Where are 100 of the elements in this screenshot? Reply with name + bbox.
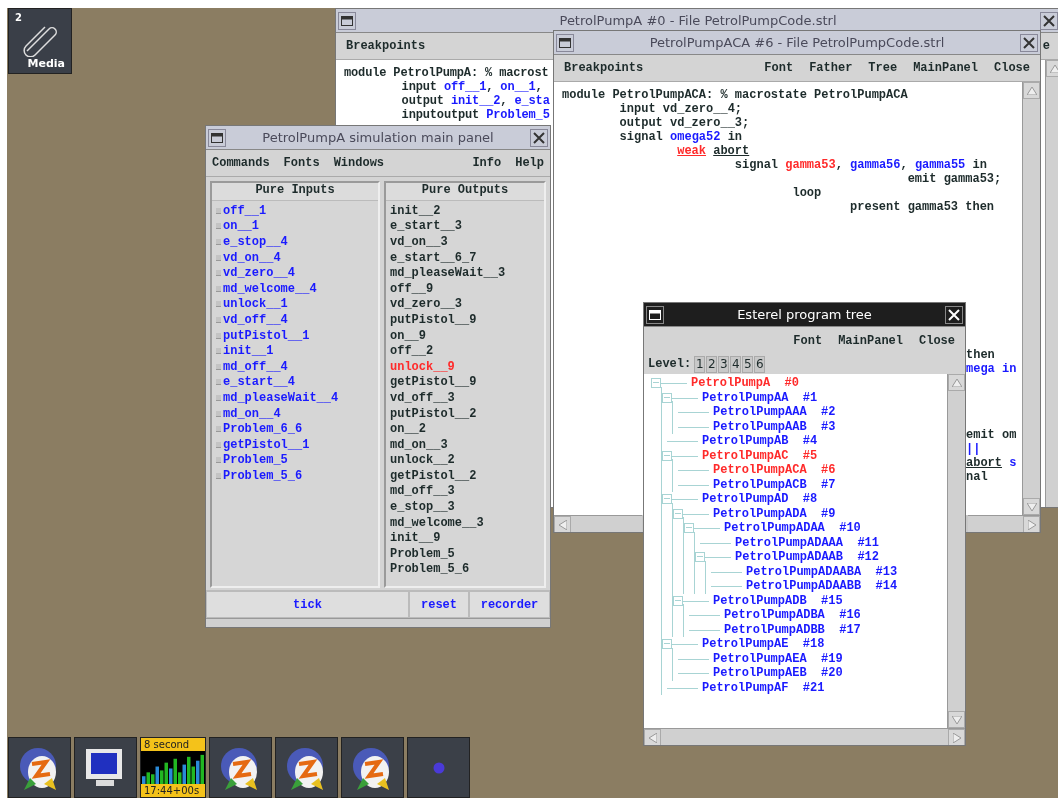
- close-icon[interactable]: [1040, 11, 1058, 30]
- horizontal-scrollbar[interactable]: [968, 515, 1040, 532]
- tree-node[interactable]: PetrolPumpAEB #20: [713, 666, 843, 681]
- input-signal[interactable]: vd_off__4: [216, 312, 374, 328]
- level-button[interactable]: 6: [754, 355, 766, 373]
- tree-node[interactable]: PetrolPumpACB #7: [713, 477, 836, 492]
- input-signal[interactable]: Problem_5_6: [216, 468, 374, 484]
- input-signal[interactable]: vd_on__4: [216, 249, 374, 266]
- scroll-left-icon[interactable]: [554, 516, 571, 532]
- menu-item[interactable]: e: [1042, 39, 1050, 53]
- taskbar-tile[interactable]: [8, 737, 71, 798]
- menu-item[interactable]: Breakpoints: [564, 61, 644, 75]
- menu-item[interactable]: Close: [919, 333, 955, 348]
- scroll-up-icon[interactable]: [948, 374, 965, 391]
- tree-node[interactable]: PetrolPumpAF #21: [702, 680, 825, 695]
- tree-node[interactable]: PetrolPumpA #0: [691, 376, 800, 391]
- collapse-box-icon[interactable]: [662, 639, 672, 649]
- input-signal[interactable]: md_welcome__4: [216, 280, 374, 297]
- tree-node[interactable]: PetrolPumpADAABB #14: [746, 579, 898, 594]
- taskbar-tile[interactable]: [209, 737, 272, 798]
- horizontal-scrollbar[interactable]: [206, 618, 550, 627]
- window-menu-icon[interactable]: [646, 305, 664, 324]
- scroll-down-icon[interactable]: [1023, 498, 1040, 515]
- input-signal[interactable]: vd_zero__4: [216, 265, 374, 281]
- tree-node[interactable]: PetrolPumpAB #4: [702, 434, 818, 449]
- collapse-box-icon[interactable]: [684, 523, 694, 533]
- collapse-box-icon[interactable]: [695, 552, 705, 562]
- level-button[interactable]: 5: [742, 355, 754, 373]
- window-menu-icon[interactable]: [556, 33, 574, 52]
- collapse-box-icon[interactable]: [673, 508, 683, 519]
- vertical-scrollbar[interactable]: [947, 374, 965, 728]
- level-button[interactable]: 2: [706, 355, 718, 373]
- vertical-scrollbar[interactable]: [1045, 60, 1058, 507]
- menu-item[interactable]: Help: [515, 156, 544, 170]
- tree-node[interactable]: PetrolPumpAAA #2: [713, 405, 836, 420]
- taskbar-tile[interactable]: [275, 737, 338, 798]
- tree-node[interactable]: PetrolPumpADAAB #12: [735, 550, 880, 565]
- menu-item[interactable]: Fonts: [283, 156, 320, 170]
- panel-button[interactable]: reset: [409, 591, 469, 618]
- taskbar-tile[interactable]: [74, 737, 137, 798]
- tree-node[interactable]: PetrolPumpAA #1: [702, 390, 818, 405]
- horizontal-scrollbar[interactable]: [554, 515, 642, 532]
- input-signal[interactable]: md_pleaseWait__4: [216, 390, 374, 406]
- panel-button[interactable]: tick: [206, 591, 409, 618]
- menu-item[interactable]: Tree: [868, 61, 898, 75]
- menu-item[interactable]: Font: [793, 333, 823, 348]
- tree-node[interactable]: PetrolPumpAAB #3: [713, 419, 836, 434]
- scroll-left-icon[interactable]: [644, 729, 661, 745]
- scroll-right-icon[interactable]: [1023, 516, 1040, 532]
- input-signal[interactable]: on__1: [216, 218, 374, 235]
- collapse-box-icon[interactable]: [673, 595, 683, 606]
- input-signal[interactable]: md_on__4: [216, 405, 374, 422]
- collapse-box-icon[interactable]: [662, 392, 672, 403]
- tree-node[interactable]: PetrolPumpADBB #17: [724, 622, 861, 637]
- menu-item[interactable]: Windows: [333, 156, 385, 170]
- close-icon[interactable]: [1020, 33, 1038, 52]
- tree-node[interactable]: PetrolPumpADA #9: [713, 506, 836, 521]
- menu-item[interactable]: Father: [809, 61, 853, 75]
- menu-item[interactable]: Commands: [212, 156, 270, 170]
- tree-node[interactable]: PetrolPumpADBA #16: [724, 608, 861, 623]
- level-button[interactable]: 4: [730, 355, 742, 373]
- tree-node[interactable]: PetrolPumpAE #18: [702, 637, 825, 652]
- input-signal[interactable]: off__1: [216, 203, 374, 219]
- taskbar-tile[interactable]: [341, 737, 404, 798]
- menu-item[interactable]: MainPanel: [838, 333, 903, 348]
- media-launcher[interactable]: 2 Media: [8, 8, 72, 74]
- scroll-right-icon[interactable]: [948, 729, 965, 745]
- window-menu-icon[interactable]: [338, 11, 356, 30]
- menu-item[interactable]: MainPanel: [913, 61, 978, 75]
- input-signal[interactable]: e_stop__4: [216, 234, 374, 250]
- scroll-up-icon[interactable]: [1023, 82, 1040, 99]
- tree-node[interactable]: PetrolPumpADAA #10: [724, 521, 861, 536]
- tree-node[interactable]: PetrolPumpADAAA #11: [735, 535, 880, 550]
- tree-node[interactable]: PetrolPumpADAABA #13: [746, 564, 898, 579]
- collapse-box-icon[interactable]: [662, 450, 672, 461]
- input-signal[interactable]: getPistol__1: [216, 436, 374, 453]
- panel-button[interactable]: recorder: [469, 591, 550, 618]
- vertical-scrollbar[interactable]: [1022, 82, 1040, 515]
- level-button[interactable]: 1: [694, 355, 706, 373]
- collapse-box-icon[interactable]: [662, 494, 672, 504]
- close-icon[interactable]: [530, 128, 548, 147]
- menu-item[interactable]: Font: [764, 61, 794, 75]
- tree-node[interactable]: PetrolPumpAD #8: [702, 492, 818, 507]
- tree-node[interactable]: PetrolPumpACA #6: [713, 463, 836, 478]
- input-signal[interactable]: e_start__4: [216, 374, 374, 391]
- scroll-down-icon[interactable]: [948, 711, 965, 728]
- load-monitor[interactable]: 8 second 17:44+00s: [140, 737, 206, 798]
- collapse-box-icon[interactable]: [651, 378, 661, 388]
- level-button[interactable]: 3: [718, 355, 730, 373]
- input-signal[interactable]: Problem_5: [216, 452, 374, 469]
- taskbar-tile[interactable]: [407, 737, 470, 798]
- scroll-up-icon[interactable]: [1046, 60, 1058, 77]
- menu-item[interactable]: Breakpoints: [346, 39, 426, 53]
- tree-node[interactable]: PetrolPumpAEA #19: [713, 651, 843, 666]
- input-signal[interactable]: Problem_6_6: [216, 421, 374, 437]
- horizontal-scrollbar[interactable]: [644, 728, 965, 745]
- input-signal[interactable]: unlock__1: [216, 296, 374, 313]
- input-signal[interactable]: md_off__4: [216, 358, 374, 375]
- input-signal[interactable]: init__1: [216, 343, 374, 359]
- close-icon[interactable]: [945, 305, 963, 324]
